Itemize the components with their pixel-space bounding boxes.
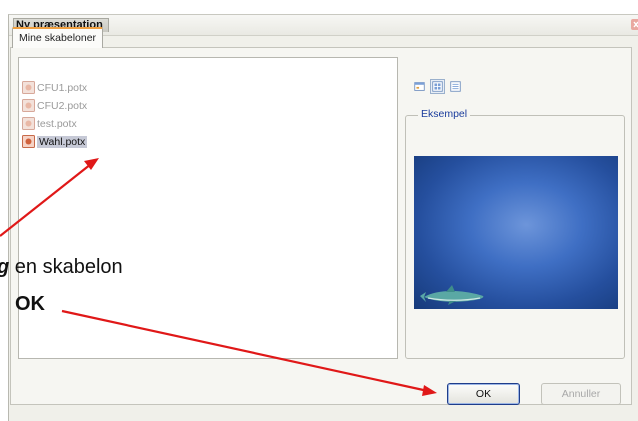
tab-mine-skabeloner[interactable]: Mine skabeloner xyxy=(12,27,104,48)
arrow-to-ok-button xyxy=(61,309,437,396)
annotation-arrows xyxy=(0,158,437,396)
arrow-to-template xyxy=(0,158,99,237)
screenshot-stage: Ny præsentation Mine skabeloner CFU1.pot… xyxy=(0,0,638,421)
